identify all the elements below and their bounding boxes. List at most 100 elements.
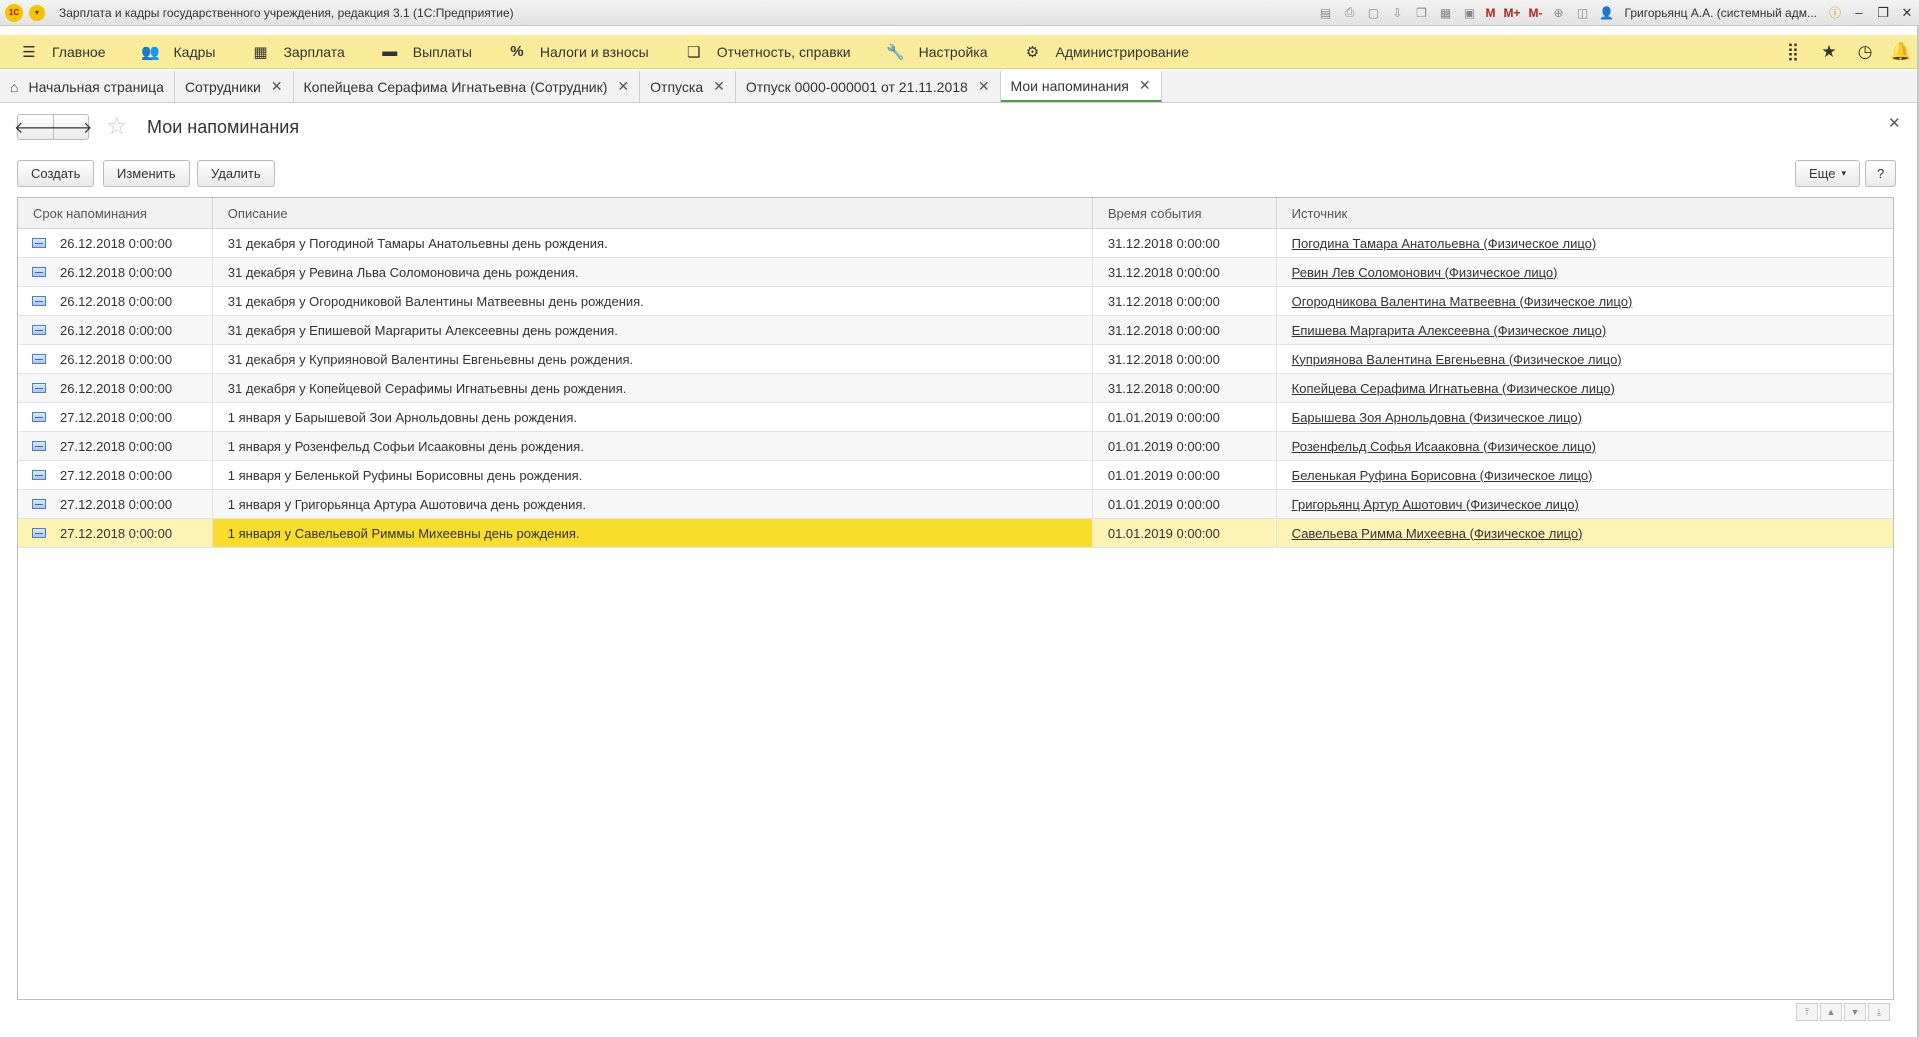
column-header-description[interactable]: Описание [213,198,1093,228]
source-cell[interactable]: Погодина Тамара Анатольевна (Физическое … [1277,229,1893,257]
source-link[interactable]: Куприянова Валентина Евгеньевна (Физичес… [1292,352,1622,367]
source-cell[interactable]: Беленькая Руфина Борисовна (Физическое л… [1277,461,1893,489]
event-time-cell: 01.01.2019 0:00:00 [1093,432,1277,460]
tab-home[interactable]: ⌂ Начальная страница [0,71,175,102]
all-functions-grid-icon[interactable]: ⣿ [1775,35,1811,69]
column-header-source[interactable]: Источник [1277,198,1893,228]
tab-vacation-document[interactable]: Отпуск 0000-000001 от 21.11.2018 ✕ [735,71,1001,102]
close-icon[interactable]: ✕ [617,78,629,95]
cell-text: 31.12.2018 0:00:00 [1107,322,1220,338]
spreadsheet-icon[interactable]: ▦ [1438,5,1454,21]
table-row[interactable]: 27.12.2018 0:00:00 1 января у Савельевой … [18,519,1893,548]
source-link[interactable]: Григорьянц Артур Ашотович (Физическое ли… [1292,497,1579,512]
calendar-icon[interactable]: ▣ [1462,5,1478,21]
table-row[interactable]: 27.12.2018 0:00:00 1 января у Барышевой З… [18,403,1893,432]
tab-my-reminders[interactable]: Мои напоминания ✕ [1000,71,1162,102]
close-form-icon[interactable]: ✕ [1888,114,1901,132]
panels-icon[interactable]: ◫ [1575,5,1591,21]
menu-item-payments[interactable]: ▬ Выплаты [361,35,488,69]
help-button[interactable]: ? [1865,160,1897,187]
source-cell[interactable]: Савельева Римма Михеевна (Физическое лиц… [1277,519,1893,547]
source-link[interactable]: Копейцева Серафима Игнатьевна (Физическо… [1292,381,1615,396]
preview-icon[interactable]: ▢ [1366,5,1382,21]
close-icon[interactable]: ✕ [978,78,990,95]
forward-arrow-icon[interactable]: 🡒 [50,115,92,139]
source-cell[interactable]: Ревин Лев Соломонович (Физическое лицо) [1277,258,1893,286]
scroll-down-icon[interactable]: ▼ [1844,1003,1866,1021]
column-header-event-time[interactable]: Время события [1093,198,1277,228]
source-link[interactable]: Епишева Маргарита Алексеевна (Физическое… [1292,323,1607,338]
cell-text: 27.12.2018 0:00:00 [60,525,173,541]
delete-button[interactable]: Удалить [197,160,275,187]
menu-item-admin[interactable]: ⚙ Администрирование [1004,35,1206,69]
source-cell[interactable]: Епишева Маргарита Алексеевна (Физическое… [1277,316,1893,344]
source-cell[interactable]: Барышева Зоя Арнольдовна (Физическое лиц… [1277,403,1893,431]
source-cell[interactable]: Григорьянц Артур Ашотович (Физическое ли… [1277,490,1893,518]
info-icon[interactable]: ⓘ [1827,5,1843,21]
memory-m-button[interactable]: M [1486,5,1496,21]
download-icon[interactable]: ⇩ [1390,5,1406,21]
close-window-button[interactable]: ✕ [1895,5,1919,21]
home-icon: ⌂ [10,78,19,95]
scroll-to-bottom-icon[interactable]: ⤓ [1868,1003,1890,1021]
menu-item-settings[interactable]: 🔧 Настройка [867,35,1004,69]
app-logo-icon[interactable]: 1С [5,3,23,22]
minimize-button[interactable]: – [1847,5,1871,20]
restore-button[interactable]: ❐ [1871,5,1895,21]
table-row[interactable]: 27.12.2018 0:00:00 1 января у Григорьянца… [18,490,1893,519]
zoom-icon[interactable]: ⊕ [1551,5,1567,21]
source-link[interactable]: Барышева Зоя Арнольдовна (Физическое лиц… [1292,410,1582,425]
scroll-up-icon[interactable]: ▲ [1820,1003,1842,1021]
cell-text: 31.12.2018 0:00:00 [1107,351,1220,367]
source-link[interactable]: Беленькая Руфина Борисовна (Физическое л… [1292,468,1593,483]
table-row[interactable]: 26.12.2018 0:00:00 31 декабря у Епишевой … [18,316,1893,345]
close-icon[interactable]: ✕ [1139,77,1151,94]
add-to-favorites-star-icon[interactable]: ☆ [106,114,128,140]
cell-text: 27.12.2018 0:00:00 [60,467,173,483]
scroll-to-top-icon[interactable]: ⤒ [1796,1003,1818,1021]
source-cell[interactable]: Огородникова Валентина Матвеевна (Физиче… [1277,287,1893,315]
more-button[interactable]: Еще ▾ [1795,160,1860,187]
source-link[interactable]: Савельева Римма Михеевна (Физическое лиц… [1292,526,1583,541]
table-row[interactable]: 27.12.2018 0:00:00 1 января у Розенфельд … [18,432,1893,461]
copy-icon[interactable]: ❐ [1414,5,1430,21]
save-icon[interactable]: ▤ [1318,5,1334,21]
history-clock-icon[interactable]: ◷ [1847,35,1883,69]
source-link[interactable]: Ревин Лев Соломонович (Физическое лицо) [1292,265,1558,280]
memory-minus-button[interactable]: M- [1529,5,1543,21]
table-row[interactable]: 26.12.2018 0:00:00 31 декабря у Копейцево… [18,374,1893,403]
table-row[interactable]: 26.12.2018 0:00:00 31 декабря у Погодиной… [18,229,1893,258]
source-cell[interactable]: Розенфельд Софья Исааковна (Физическое л… [1277,432,1893,460]
menu-item-taxes[interactable]: % Налоги и взносы [488,35,665,69]
table-row[interactable]: 27.12.2018 0:00:00 1 января у Беленькой Р… [18,461,1893,490]
column-header-reminder-date[interactable]: Срок напоминания [18,198,213,228]
table-row[interactable]: 26.12.2018 0:00:00 31 декабря у Огородник… [18,287,1893,316]
current-user[interactable]: Григорьянц А.А. (системный адм... [1625,6,1817,20]
close-icon[interactable]: ✕ [713,78,725,95]
print-icon[interactable]: ⎙ [1342,5,1358,21]
create-button[interactable]: Создать [17,160,95,187]
tab-employees[interactable]: Сотрудники ✕ [174,71,294,102]
menu-item-main[interactable]: ☰ Главное [0,35,122,69]
source-link[interactable]: Огородникова Валентина Матвеевна (Физиче… [1292,294,1633,309]
favorites-star-icon[interactable]: ★ [1811,35,1847,69]
notifications-bell-icon[interactable]: 🔔 [1883,35,1919,69]
tab-employee-card[interactable]: Копейцева Серафима Игнатьевна (Сотрудник… [293,71,641,102]
menu-item-hr[interactable]: 👥 Кадры [122,35,232,69]
table-row[interactable]: 26.12.2018 0:00:00 31 декабря у Ревина Ль… [18,258,1893,287]
reminder-date-cell: 27.12.2018 0:00:00 [18,403,213,431]
menu-item-salary[interactable]: ▦ Зарплата [231,35,360,69]
source-link[interactable]: Розенфельд Софья Исааковна (Физическое л… [1292,439,1596,454]
source-cell[interactable]: Копейцева Серафима Игнатьевна (Физическо… [1277,374,1893,402]
app-menu-icon[interactable]: ▾ [29,4,45,21]
tab-vacations[interactable]: Отпуска ✕ [640,71,736,102]
cell-text: 27.12.2018 0:00:00 [60,496,173,512]
source-link[interactable]: Погодина Тамара Анатольевна (Физическое … [1292,236,1597,251]
close-icon[interactable]: ✕ [271,78,283,95]
edit-button[interactable]: Изменить [103,160,190,187]
source-cell[interactable]: Куприянова Валентина Евгеньевна (Физичес… [1277,345,1893,373]
menu-item-reports[interactable]: ❏ Отчетность, справки [665,35,867,69]
back-arrow-icon[interactable]: 🡐 [14,115,57,139]
memory-plus-button[interactable]: M+ [1504,5,1521,21]
table-row[interactable]: 26.12.2018 0:00:00 31 декабря у Куприянов… [18,345,1893,374]
